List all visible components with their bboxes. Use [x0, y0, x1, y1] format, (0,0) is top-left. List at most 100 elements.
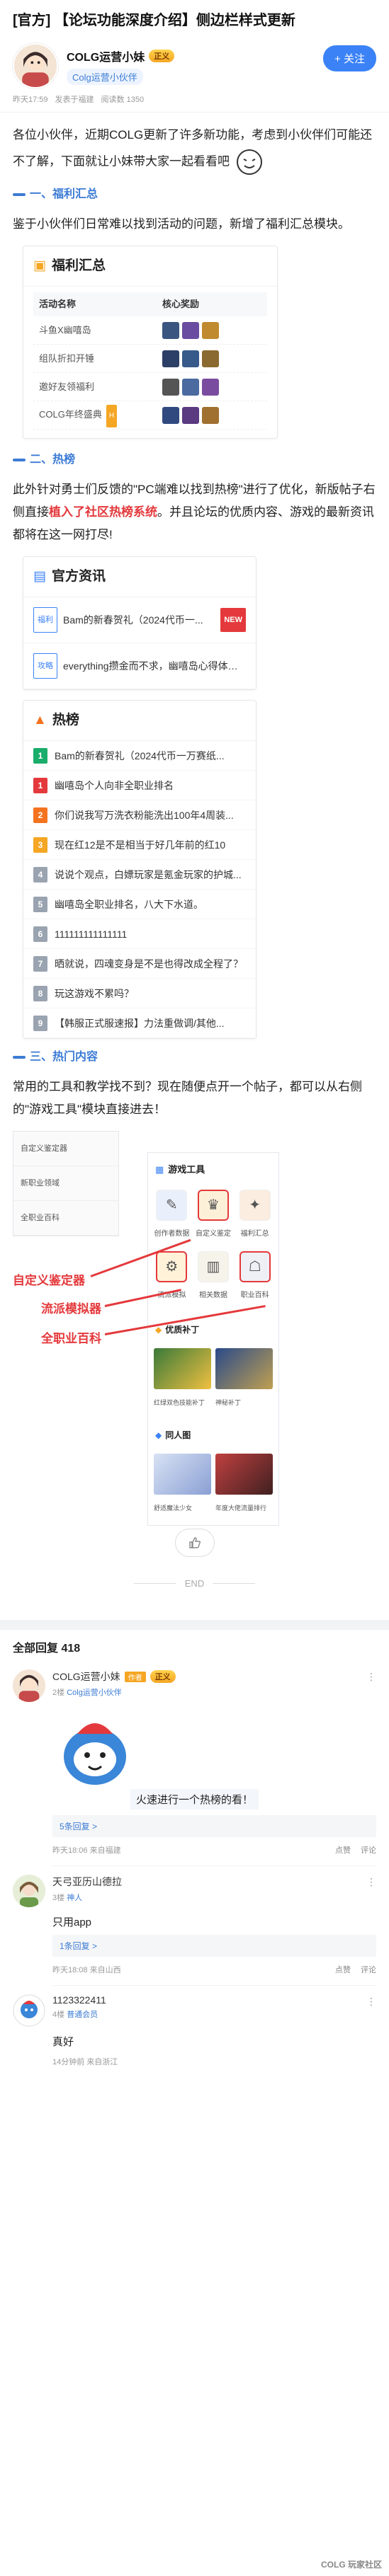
- tool-item[interactable]: ⚙ 流派模拟: [154, 1251, 190, 1307]
- author-group: Colg运营小伙伴: [67, 68, 143, 85]
- callout-label: 自定义鉴定器: [13, 1274, 85, 1287]
- intro-paragraph: 各位小伙伴，近期COLG更新了许多新功能，考虑到小伙伴们可能还不了解，下面就让小…: [13, 124, 376, 178]
- hot-panel-title: ▲ 热榜: [23, 701, 256, 741]
- avatar[interactable]: [13, 1994, 45, 2027]
- fanart-card[interactable]: 年度大佬流量排行: [215, 1454, 273, 1519]
- rank-badge: 3: [33, 836, 47, 853]
- tool-item[interactable]: ✎ 创作者数据: [154, 1190, 190, 1246]
- hot-item-title: 你们说我写万洗衣粉能洗出100年4周装...: [55, 809, 234, 821]
- hot-list-item[interactable]: 9 【韩服正式服速报】力法重做调/其他...: [23, 1008, 256, 1038]
- hot-list-item[interactable]: 1 幽嘻岛个人向非全职业排名: [23, 771, 256, 800]
- tool-item[interactable]: ♛ 自定义鉴定: [196, 1190, 232, 1246]
- thumbs-up-icon: [188, 1537, 201, 1548]
- hot-panel: ▲ 热榜 1 Bam的新春贺礼（2024代币一万赛纸... 1 幽嘻岛个人向非全职业排…: [23, 700, 256, 1039]
- fuli-table-header: 活动名称 核心奖励: [33, 292, 267, 316]
- reply-item: 天弓亚历山德拉 3楼 神人 ⋮ 只用app 1条回复 > 昨天18:08 来自山…: [0, 1866, 389, 1986]
- moderator-badge: 正义: [150, 1670, 176, 1683]
- hot-item-title: 玩这游戏不累吗？: [55, 987, 134, 999]
- fire-icon: ▲: [33, 713, 47, 728]
- follow-button[interactable]: + 关注: [323, 45, 376, 71]
- like-button[interactable]: [174, 1529, 215, 1557]
- more-icon[interactable]: ⋮: [366, 1671, 376, 1683]
- hot-list-item[interactable]: 5 幽嘻岛全职业排名，八大下水道。: [23, 890, 256, 919]
- patch-card[interactable]: 神秘补丁: [215, 1348, 273, 1414]
- like-action[interactable]: 点赞: [335, 1844, 351, 1856]
- gift-icon: ▣: [33, 258, 46, 273]
- hot-list-item[interactable]: 2 你们说我写万洗衣粉能洗出100年4周装...: [23, 800, 256, 830]
- author-name[interactable]: COLG运营小妹: [67, 47, 145, 64]
- news-item[interactable]: 攻略 everything攒金而不求，幽嘻岛心得体验分享: [23, 643, 256, 689]
- hot-item-title: 幽嘻岛全职业排名，八大下水道。: [55, 898, 203, 910]
- hot-tag: H: [106, 404, 118, 427]
- tools-illustration: 自定义鉴定器 新职业领域 全职业百科 ▦ 游戏工具 ✎ 创作者数据 ♛ 自定义鉴定 ✦…: [13, 1131, 376, 1526]
- new-badge: NEW: [220, 608, 246, 632]
- hot-list-item[interactable]: 4 说说个观点，白嫖玩家是氪金玩家的护城...: [23, 860, 256, 890]
- fanart-subtitle: ◆ 同人图: [155, 1430, 191, 1440]
- hot-list-item[interactable]: 7 晒就说，四魂变身是不是也得改成全程了？: [23, 949, 256, 979]
- hot-list-item[interactable]: 3 现在红12是不是相当于好几年前的红10: [23, 830, 256, 860]
- avatar[interactable]: [13, 1669, 45, 1702]
- sub-reply-link[interactable]: 1条回复 >: [52, 1935, 376, 1957]
- more-icon[interactable]: ⋮: [366, 1996, 376, 2008]
- hot-list-item[interactable]: 1 Bam的新春贺礼（2024代币一万赛纸...: [23, 741, 256, 771]
- hot-list-item[interactable]: 8 玩这游戏不累吗？: [23, 979, 256, 1008]
- callout-label: 流派模拟器: [41, 1302, 101, 1316]
- rank-badge: 2: [33, 807, 47, 823]
- end-divider: END: [0, 1568, 389, 1599]
- sub-reply-link[interactable]: 5条回复 >: [52, 1815, 376, 1837]
- like-action[interactable]: 点赞: [335, 1964, 351, 1975]
- rank-badge: 4: [33, 866, 47, 882]
- avatar[interactable]: [13, 43, 58, 88]
- reply-author-name[interactable]: 天弓亚历山德拉: [52, 1875, 122, 1889]
- rank-badge: 6: [33, 926, 47, 942]
- reply-item: COLG运营小妹 作者 正义 2楼 Colg运营小伙伴 ⋮ 火速进行一个热榜的看！ …: [0, 1661, 389, 1866]
- comment-action[interactable]: 评论: [361, 1964, 376, 1975]
- smile-emoji-icon: [234, 146, 265, 178]
- rank-badge: 1: [33, 777, 47, 793]
- fanart-card[interactable]: 舒适魔法少女: [154, 1454, 211, 1519]
- news-tag: 福利: [33, 607, 57, 633]
- fuli-row[interactable]: 邀好友领福利: [33, 373, 267, 401]
- fuli-panel: ▣ 福利汇总 活动名称 核心奖励 斗鱼X幽嘻岛 组队折扣开锤 邀好友领福利 CO…: [23, 246, 278, 439]
- section-2-text: 此外针对勇士们反馈的"PC端难以找到热榜"进行了优化，新版帖子右侧直接植入了社区…: [13, 483, 376, 541]
- post-location: 发表于福建: [55, 96, 94, 104]
- avatar[interactable]: [13, 1875, 45, 1907]
- reply-author-name[interactable]: 1123322411: [52, 1994, 106, 2006]
- fuli-row[interactable]: 组队折扣开锤: [33, 345, 267, 373]
- author-badge: 作者: [124, 1671, 146, 1682]
- hot-list-item[interactable]: 6 111111111111111: [23, 919, 256, 949]
- post-meta: 昨天17:59 发表于福建 阅读数 1350: [0, 89, 389, 113]
- sidebar-screenshot: 自定义鉴定器 新职业领域 全职业百科: [13, 1131, 119, 1236]
- post-time: 昨天17:59: [13, 96, 48, 104]
- reply-author-name[interactable]: COLG运营小妹: [52, 1669, 120, 1684]
- author-row: COLG运营小妹 正义 Colg运营小伙伴 + 关注: [0, 40, 389, 89]
- tool-item[interactable]: ✦ 福利汇总: [237, 1190, 273, 1246]
- section-1-heading: 一、福利汇总: [13, 183, 376, 206]
- news-panel-title: ▤ 官方资讯: [23, 557, 256, 597]
- comment-action[interactable]: 评论: [361, 1844, 376, 1856]
- hot-item-title: 幽嘻岛个人向非全职业排名: [55, 779, 174, 791]
- section-3-text: 常用的工具和教学找不到？现在随便点开一个帖子，都可以从右侧的"游戏工具"模块直接…: [13, 1080, 362, 1116]
- callout-label: 全职业百科: [41, 1332, 101, 1345]
- fuli-panel-title: ▣ 福利汇总: [23, 246, 277, 287]
- patch-card[interactable]: 红绿双色技能补丁: [154, 1348, 211, 1414]
- more-icon[interactable]: ⋮: [366, 1876, 376, 1888]
- news-panel: ▤ 官方资讯 福利 Bam的新春贺礼（2024代币一... NEW 攻略 eve…: [23, 556, 256, 690]
- news-item[interactable]: 福利 Bam的新春贺礼（2024代币一... NEW: [23, 597, 256, 643]
- fuli-row[interactable]: 斗鱼X幽嘻岛: [33, 316, 267, 345]
- reply-text: 火速进行一个热榜的看！: [130, 1789, 259, 1810]
- rank-badge: 9: [33, 1015, 47, 1031]
- article-body: 各位小伙伴，近期COLG更新了许多新功能，考虑到小伙伴们可能还不了解，下面就让小…: [0, 113, 389, 1526]
- hot-item-title: 晒就说，四魂变身是不是也得改成全程了？: [55, 958, 243, 970]
- reply-text: 只用app: [52, 1916, 92, 1928]
- hot-item-title: Bam的新春贺礼（2024代币一万赛纸...: [55, 749, 225, 761]
- tool-item[interactable]: ▥ 相关数据: [196, 1251, 232, 1307]
- site-watermark: COLG 玩家社区: [321, 2560, 382, 2570]
- rank-badge: 8: [33, 985, 47, 1001]
- fuli-row[interactable]: COLG年终盛典 H: [33, 401, 267, 430]
- tool-item[interactable]: ☖ 职业百科: [237, 1251, 273, 1307]
- section-3-heading: 三、热门内容: [13, 1046, 376, 1069]
- reply-item: 1123322411 4楼 普通会员 ⋮ 真好 14分钟前 来自浙江: [0, 1986, 389, 2077]
- post-title: [官方] 【论坛功能深度介绍】侧边栏样式更新: [13, 13, 295, 28]
- game-tools-panel: ▦ 游戏工具 ✎ 创作者数据 ♛ 自定义鉴定 ✦ 福利汇总 ⚙ 流派模拟 ▥ 相关数据 ☖ 职…: [147, 1152, 279, 1526]
